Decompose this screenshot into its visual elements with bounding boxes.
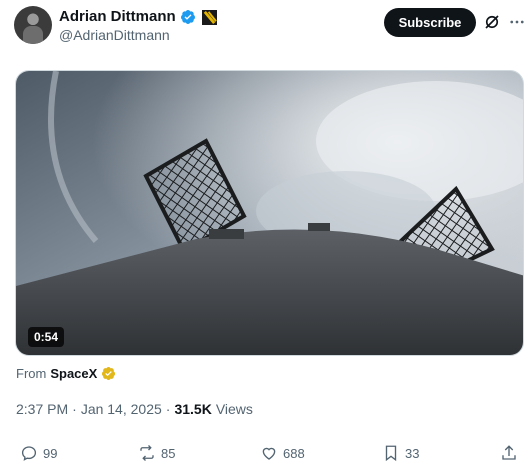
reply-count: 99	[43, 445, 58, 461]
share-button[interactable]	[500, 444, 518, 462]
source-attribution: From SpaceX	[16, 366, 116, 381]
video-duration: 0:54	[28, 327, 65, 347]
source-name[interactable]: SpaceX	[50, 366, 97, 381]
from-label: From	[16, 366, 47, 381]
tweet-date[interactable]: Jan 14, 2025	[81, 401, 162, 417]
like-icon	[262, 447, 276, 460]
meta-separator: ·	[72, 401, 77, 417]
grok-icon[interactable]	[483, 13, 501, 31]
views-count: 31.5K	[174, 401, 212, 417]
reply-icon	[21, 446, 37, 461]
avatar[interactable]	[14, 6, 52, 44]
subscribe-button[interactable]: Subscribe	[384, 8, 476, 37]
like-button[interactable]: 688	[260, 444, 305, 462]
video-frame	[16, 71, 523, 355]
author-name-row: Adrian Dittmann	[59, 8, 217, 26]
reply-button[interactable]: 99	[20, 444, 57, 462]
repost-count: 85	[161, 445, 176, 461]
share-icon	[502, 445, 516, 460]
tweet-time[interactable]: 2:37 PM	[16, 401, 68, 417]
meta-separator-2: ·	[165, 401, 171, 417]
author-handle[interactable]: @AdrianDittmann	[59, 27, 170, 43]
bookmark-icon	[385, 445, 397, 462]
views-label: Views	[215, 401, 253, 417]
more-icon[interactable]	[508, 13, 526, 31]
repost-button[interactable]: 85	[138, 444, 175, 462]
repost-icon	[140, 445, 154, 461]
bookmark-count: 33	[405, 445, 420, 461]
flag-icon	[201, 9, 217, 25]
like-count: 688	[283, 445, 305, 461]
gold-verified-icon	[102, 366, 116, 381]
action-bar: 99 85 688 33	[0, 440, 531, 470]
bookmark-button[interactable]: 33	[382, 444, 419, 462]
verified-icon	[180, 10, 195, 24]
tweet-header: Adrian Dittmann @AdrianDittmann Subscrib…	[0, 0, 531, 60]
author-name[interactable]: Adrian Dittmann	[59, 8, 176, 26]
video-player[interactable]: 0:54	[15, 70, 524, 356]
tweet-meta: 2:37 PM · Jan 14, 2025 · 31.5K Views	[16, 401, 253, 417]
